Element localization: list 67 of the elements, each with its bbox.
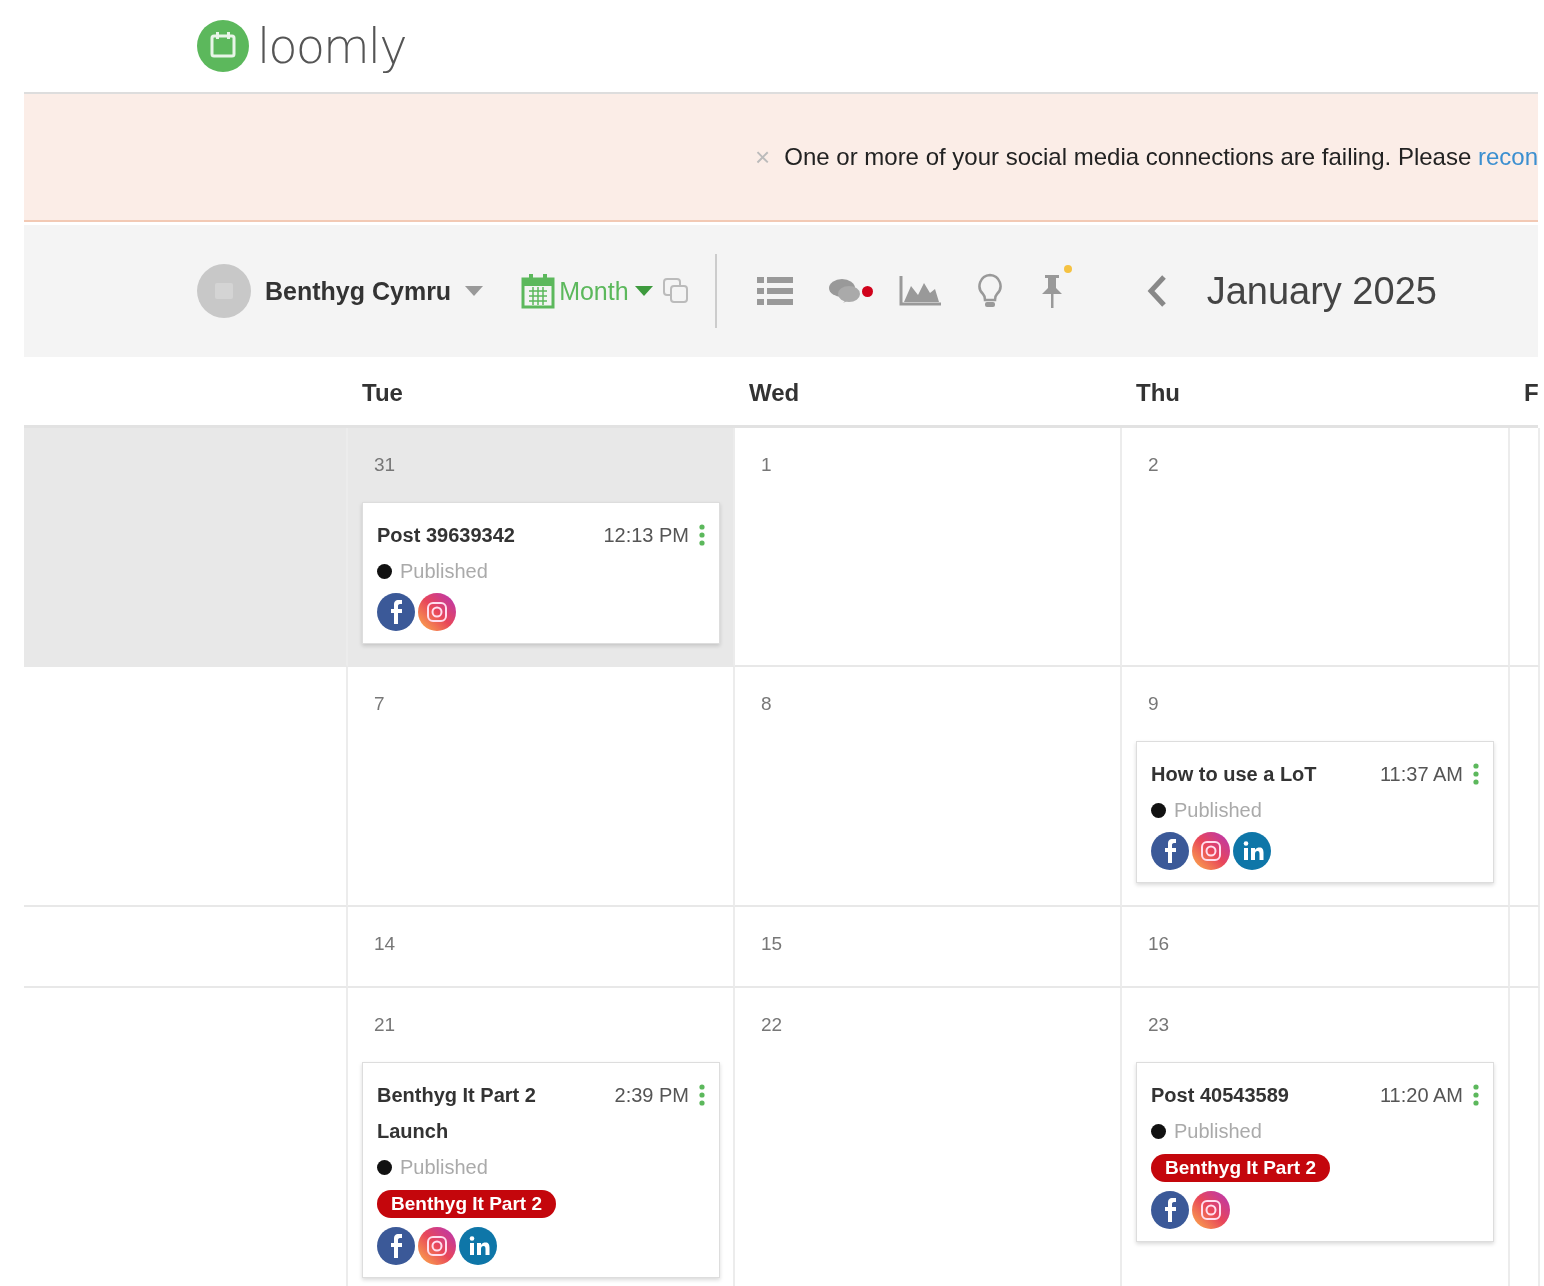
- campaign-tag: Benthyg It Part 2: [1151, 1154, 1330, 1182]
- status-dot: [377, 1159, 392, 1175]
- weekday-label: Tue: [362, 378, 403, 407]
- post-title: Post 39639342: [377, 523, 516, 548]
- post-status: Published: [400, 1155, 488, 1179]
- calendar-icon: [521, 273, 556, 309]
- post-title: Benthyg It Part 2 Launch: [377, 1083, 537, 1144]
- alert-message: One or more of your social media connections are failing. Please recon: [784, 143, 1538, 171]
- post-status: Published: [1174, 798, 1262, 822]
- comments-icon[interactable]: [828, 277, 863, 305]
- more-icon[interactable]: [1473, 1084, 1479, 1106]
- day-number: 7: [374, 693, 386, 715]
- facebook-icon: [377, 1227, 415, 1265]
- instagram-icon: [1192, 1191, 1230, 1229]
- copy-icon[interactable]: [662, 278, 689, 304]
- post-card[interactable]: Post 39639342 12:13 PM Published: [362, 502, 720, 644]
- day-number: 16: [1148, 933, 1171, 955]
- weekday-label: Thu: [1136, 378, 1180, 407]
- day-number: 2: [1148, 454, 1160, 476]
- status-dot: [1151, 802, 1166, 818]
- post-card[interactable]: Post 40543589 11:20 AM Published Benthyg It Part 2: [1136, 1062, 1494, 1242]
- weekday-label: F: [1524, 378, 1539, 407]
- day-number: 21: [374, 1014, 397, 1036]
- post-time: 11:20 AM: [1379, 1083, 1463, 1108]
- account-dropdown[interactable]: Benthyg Cymru: [265, 276, 484, 306]
- day-number: 14: [374, 933, 397, 955]
- instagram-icon: [1192, 832, 1230, 870]
- facebook-icon: [1151, 832, 1189, 870]
- post-card[interactable]: How to use a LoT 11:37 AM Published: [1136, 741, 1494, 883]
- status-dot: [1151, 1123, 1166, 1139]
- list-icon[interactable]: [756, 276, 793, 306]
- weekday-label: Wed: [749, 378, 800, 407]
- day-number: 31: [374, 454, 397, 476]
- post-title: Post 40543589: [1151, 1083, 1290, 1108]
- facebook-icon: [1151, 1191, 1189, 1229]
- caret-icon: [634, 286, 653, 296]
- post-time: 12:13 PM: [603, 523, 689, 548]
- linkedin-icon: [459, 1227, 497, 1265]
- previous-icon[interactable]: [1146, 274, 1167, 308]
- instagram-icon: [418, 593, 456, 631]
- campaign-tag: Benthyg It Part 2: [377, 1190, 556, 1218]
- post-status: Published: [400, 559, 488, 583]
- day-number: 15: [761, 933, 784, 955]
- period-title: January 2025: [1206, 269, 1437, 313]
- day-number: 22: [761, 1014, 784, 1036]
- linkedin-icon: [1233, 832, 1271, 870]
- post-status: Published: [1174, 1119, 1262, 1143]
- caret-icon: [465, 286, 484, 296]
- more-icon[interactable]: [699, 1084, 705, 1106]
- lightbulb-icon[interactable]: [976, 273, 1003, 309]
- brand-name: loomly: [257, 18, 406, 74]
- more-icon[interactable]: [1473, 763, 1479, 785]
- day-number: 8: [761, 693, 773, 715]
- facebook-icon: [377, 593, 415, 631]
- day-number: 9: [1148, 693, 1160, 715]
- avatar-icon: [197, 264, 251, 318]
- day-number: 1: [761, 454, 773, 476]
- post-title: How to use a LoT: [1151, 762, 1318, 787]
- status-dot: [377, 563, 392, 579]
- post-time: 11:37 AM: [1379, 762, 1463, 787]
- post-card[interactable]: Benthyg It Part 2 Launch 2:39 PM Published Benthyg It Part 2: [362, 1062, 720, 1278]
- logo-icon: [197, 20, 249, 72]
- more-icon[interactable]: [699, 524, 705, 546]
- chart-icon[interactable]: [898, 276, 941, 306]
- instagram-icon: [418, 1227, 456, 1265]
- day-number: 23: [1148, 1014, 1171, 1036]
- post-time: 2:39 PM: [614, 1083, 689, 1108]
